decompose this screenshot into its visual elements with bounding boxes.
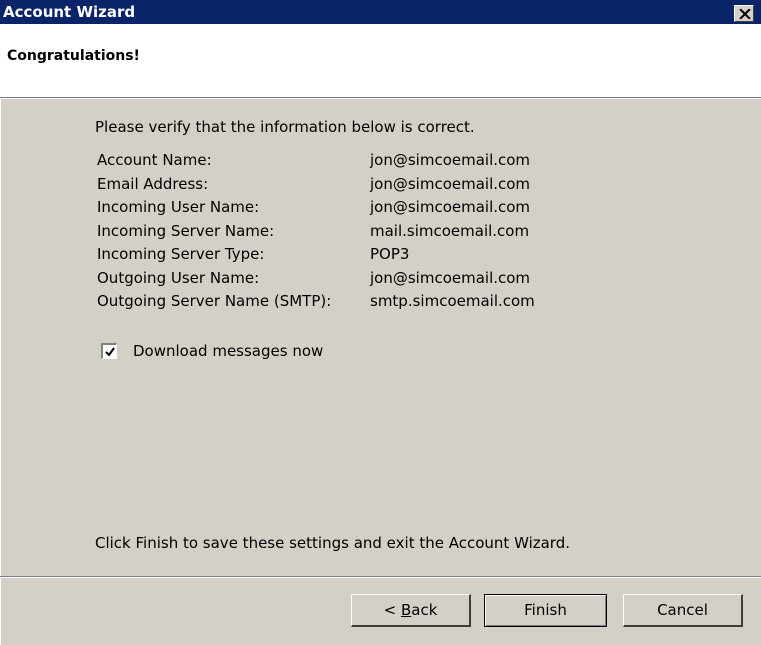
window-title: Account Wizard [3, 3, 136, 21]
title-bar: Account Wizard [0, 0, 761, 24]
back-button-mnemonic: B [400, 601, 412, 619]
wizard-header: Congratulations! [0, 24, 761, 97]
summary-value: smtp.simcoemail.com [370, 292, 535, 310]
summary-value: jon@simcoemail.com [370, 268, 531, 287]
page-heading: Congratulations! [7, 48, 140, 64]
finish-button[interactable]: Finish [484, 594, 607, 627]
cancel-button[interactable]: Cancel [623, 594, 743, 627]
summary-value: jon@simcoemail.com [370, 151, 531, 169]
summary-label: Account Name: [97, 151, 212, 169]
footer-divider-highlight [0, 577, 761, 578]
summary-label: Outgoing User Name: [97, 268, 260, 287]
checkmark-icon [105, 347, 115, 357]
back-button[interactable]: < Back [351, 594, 471, 627]
download-messages-label[interactable]: Download messages now [133, 342, 323, 360]
header-divider-highlight [0, 98, 761, 99]
summary-value: jon@simcoemail.com [370, 198, 531, 216]
summary-label: Incoming Server Type: [97, 245, 265, 263]
download-messages-checkbox[interactable] [101, 343, 117, 359]
summary-label: Outgoing Server Name (SMTP): [97, 292, 332, 310]
close-button[interactable] [734, 5, 754, 22]
summary-value: jon@simcoemail.com [370, 174, 531, 193]
summary-label: Incoming User Name: [97, 198, 260, 216]
summary-label: Incoming Server Name: [97, 221, 275, 240]
intro-text: Please verify that the information below… [95, 118, 475, 136]
window-left-edge [0, 24, 1, 645]
summary-value: mail.simcoemail.com [370, 221, 530, 240]
summary-label: Email Address: [97, 174, 209, 193]
back-button-prefix: < [383, 601, 401, 619]
close-icon [739, 9, 751, 19]
back-button-rest: ack [411, 601, 438, 619]
finish-instructions: Click Finish to save these settings and … [95, 534, 570, 552]
summary-value: POP3 [370, 245, 410, 263]
